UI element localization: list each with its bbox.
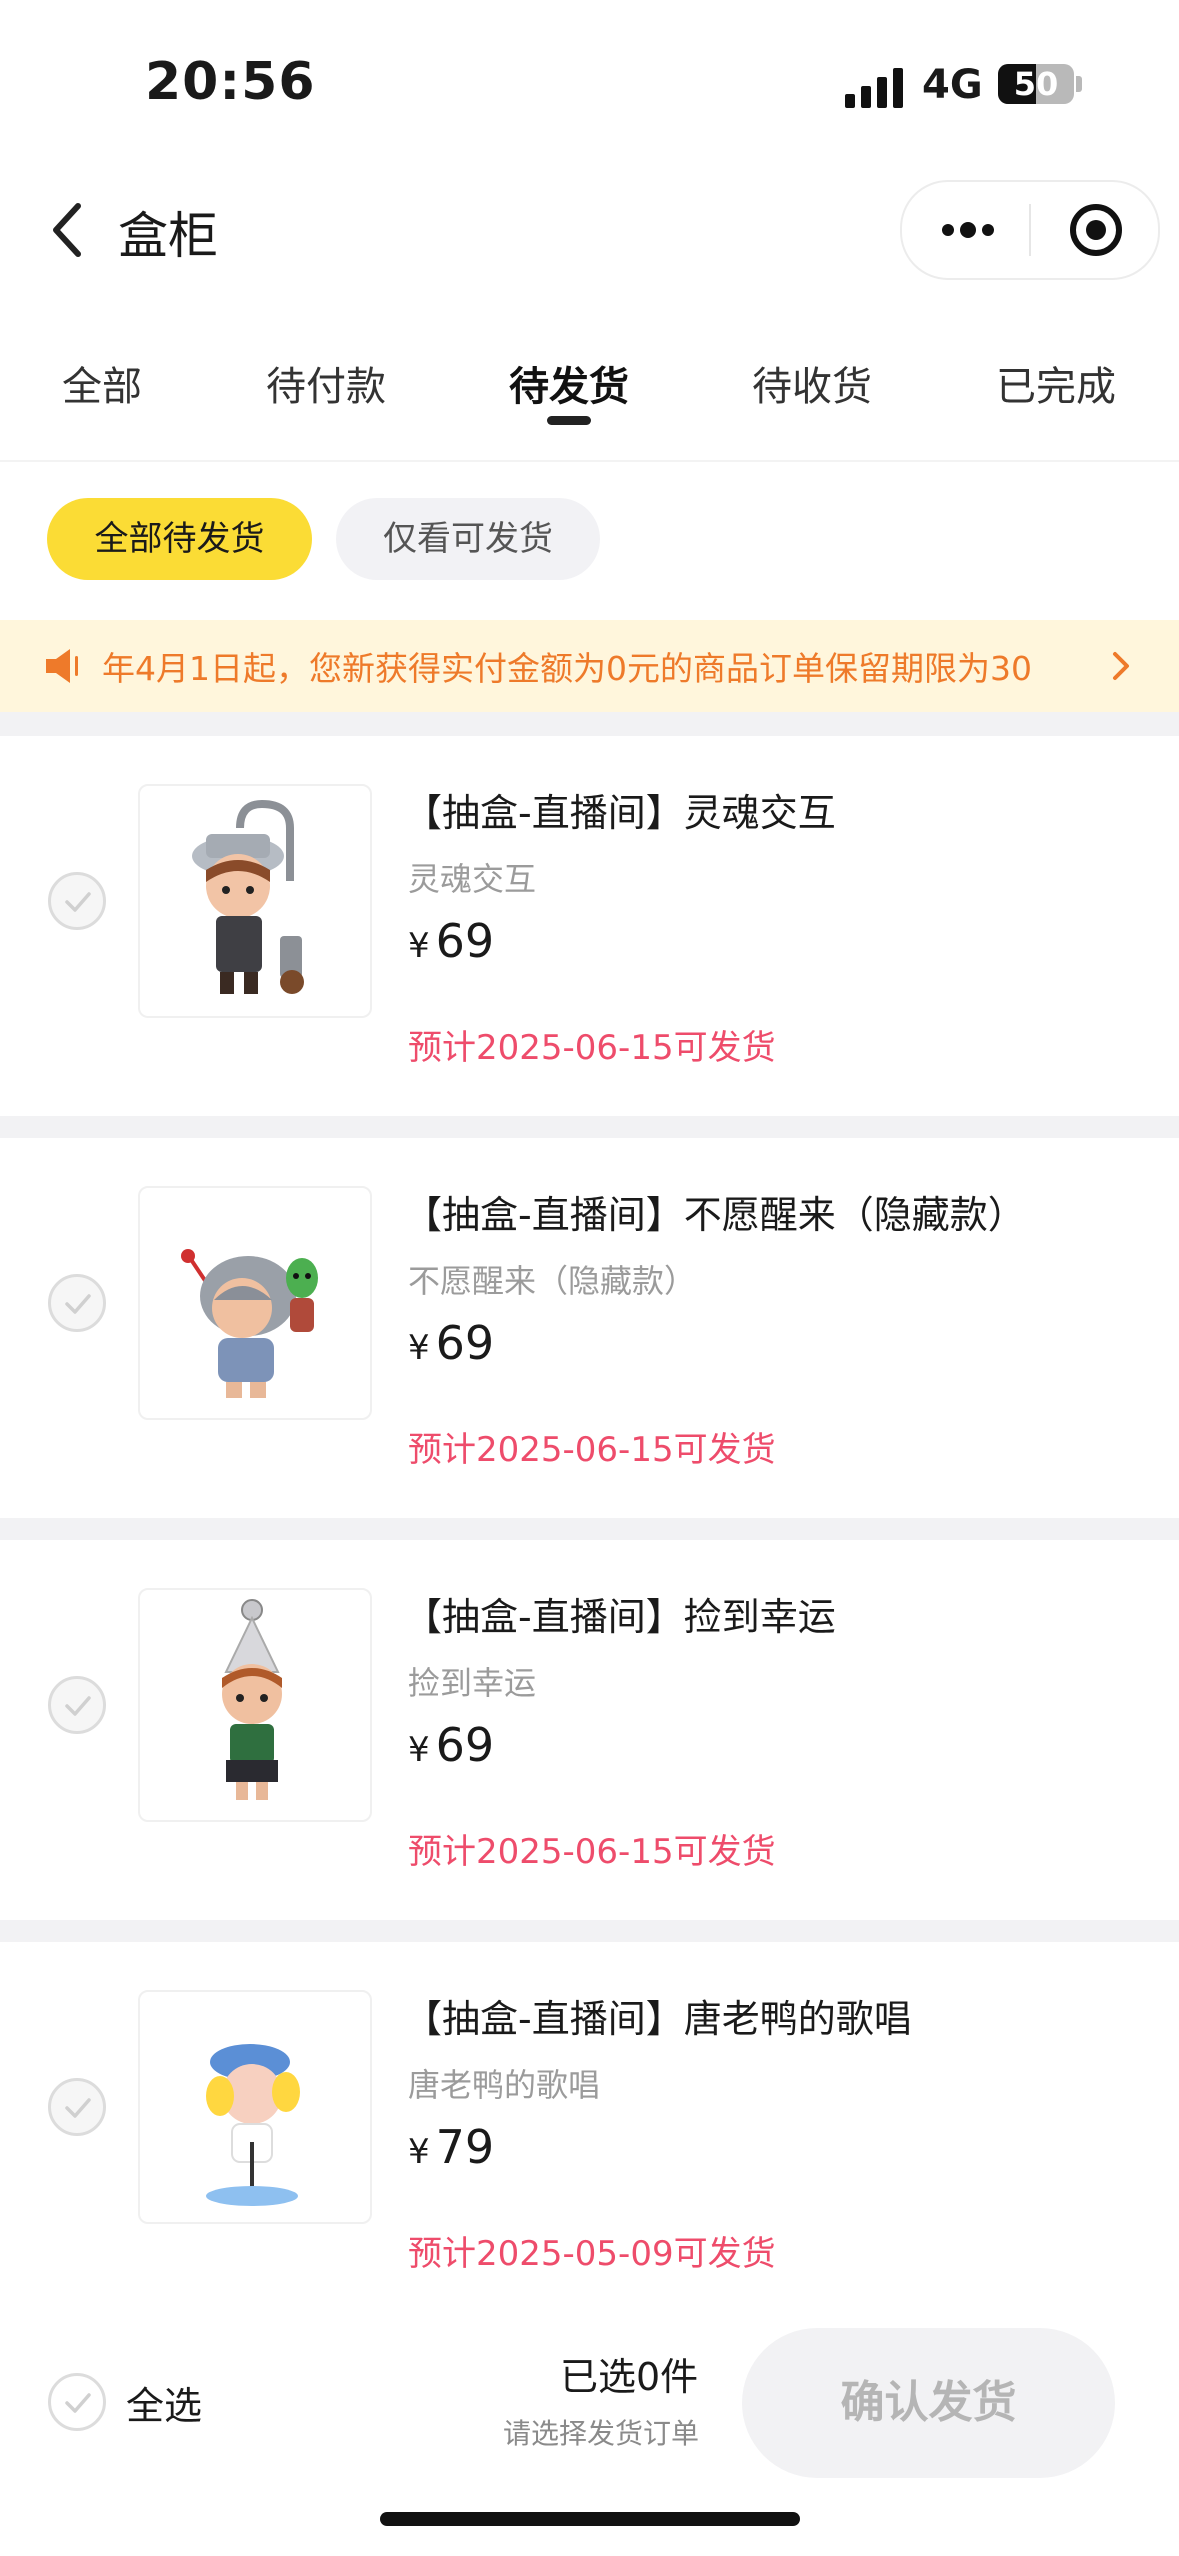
status-time: 20:56 xyxy=(145,52,316,112)
tabs-divider xyxy=(0,460,1179,462)
item-name: 【抽盒-直播间】不愿醒来（隐藏款） xyxy=(404,1193,1026,1237)
price-value: 69 xyxy=(435,1718,495,1772)
tab-pending-shipment[interactable]: 待发货 xyxy=(509,354,629,412)
filter-shippable-only[interactable]: 仅看可发货 xyxy=(336,498,600,580)
network-type: 4G xyxy=(922,62,983,108)
item-name: 【抽盒-直播间】灵魂交互 xyxy=(404,791,836,835)
ship-estimate: 预计2025-06-15可发货 xyxy=(408,1430,776,1470)
target-icon xyxy=(1070,204,1122,256)
select-all-checkbox[interactable] xyxy=(48,2373,106,2431)
close-mini-program-button[interactable] xyxy=(1068,202,1124,258)
currency-symbol: ¥ xyxy=(408,926,430,966)
item-variant: 不愿醒来（隐藏款） xyxy=(408,1262,697,1300)
check-icon xyxy=(65,892,91,912)
tab-pending-receipt[interactable]: 待收货 xyxy=(752,354,872,412)
check-icon xyxy=(65,1696,91,1716)
page-title: 盒柜 xyxy=(118,207,218,265)
item-separator xyxy=(0,1116,1179,1138)
item-price: ¥69 xyxy=(408,1718,494,1772)
item-variant: 唐老鸭的歌唱 xyxy=(408,2066,601,2104)
speaker-icon xyxy=(46,649,78,683)
item-checkbox[interactable] xyxy=(48,2078,106,2136)
tab-all[interactable]: 全部 xyxy=(62,354,142,412)
figure-donald-duck-singing-image xyxy=(206,2044,300,2206)
back-button[interactable] xyxy=(44,196,104,264)
price-value: 79 xyxy=(435,2120,495,2174)
tab-completed[interactable]: 已完成 xyxy=(996,354,1116,412)
currency-symbol: ¥ xyxy=(408,1328,430,1368)
item-checkbox[interactable] xyxy=(48,1274,106,1332)
item-variant: 灵魂交互 xyxy=(408,860,537,898)
check-icon xyxy=(65,2393,91,2413)
battery-icon: 50 xyxy=(998,64,1074,104)
ship-estimate: 预计2025-05-09可发货 xyxy=(408,2234,776,2274)
selected-count: 已选0件 xyxy=(560,2355,699,2399)
order-item[interactable]: 【抽盒-直播间】捡到幸运 捡到幸运 ¥69 预计2025-06-15可发货 xyxy=(0,1540,1179,1920)
order-item[interactable]: 【抽盒-直播间】不愿醒来（隐藏款） 不愿醒来（隐藏款） ¥69 预计2025-0… xyxy=(0,1138,1179,1518)
battery-tip xyxy=(1076,76,1082,92)
figure-picked-up-luck-image xyxy=(222,1599,282,1800)
currency-symbol: ¥ xyxy=(408,1730,430,1770)
chevron-right-icon xyxy=(1113,652,1129,680)
selection-hint: 请选择发货订单 xyxy=(503,2417,700,2450)
more-dots-icon xyxy=(942,222,994,238)
item-price: ¥69 xyxy=(408,1316,494,1370)
item-separator xyxy=(0,1920,1179,1942)
price-value: 69 xyxy=(435,914,495,968)
more-button[interactable] xyxy=(938,210,998,250)
figure-soul-interaction-image xyxy=(192,799,304,994)
ship-estimate: 预计2025-06-15可发货 xyxy=(408,1028,776,1068)
item-price: ¥69 xyxy=(408,914,494,968)
back-chevron-icon xyxy=(53,203,81,257)
item-variant: 捡到幸运 xyxy=(408,1664,537,1702)
mini-program-capsule xyxy=(900,180,1160,280)
item-name: 【抽盒-直播间】捡到幸运 xyxy=(404,1595,836,1639)
active-tab-indicator xyxy=(547,416,591,425)
confirm-ship-button[interactable]: 确认发货 xyxy=(742,2328,1115,2478)
check-icon xyxy=(65,2098,91,2118)
item-checkbox[interactable] xyxy=(48,1676,106,1734)
product-image[interactable] xyxy=(138,784,372,1018)
notice-banner[interactable]: 年4月1日起，您新获得实付金额为0元的商品订单保留期限为30 xyxy=(0,620,1179,712)
cellular-signal-icon xyxy=(845,68,905,108)
price-value: 69 xyxy=(435,1316,495,1370)
order-item[interactable]: 【抽盒-直播间】唐老鸭的歌唱 唐老鸭的歌唱 ¥79 预计2025-05-09可发… xyxy=(0,1942,1179,2322)
capsule-divider xyxy=(1029,204,1031,256)
product-image[interactable] xyxy=(138,1186,372,1420)
product-image[interactable] xyxy=(138,1588,372,1822)
tab-pending-payment[interactable]: 待付款 xyxy=(266,354,386,412)
home-indicator xyxy=(380,2512,800,2526)
ship-estimate: 预计2025-06-15可发货 xyxy=(408,1832,776,1872)
check-icon xyxy=(65,1294,91,1314)
battery-level: 50 xyxy=(1013,65,1059,103)
item-name: 【抽盒-直播间】唐老鸭的歌唱 xyxy=(404,1997,912,2041)
notice-text: 年4月1日起，您新获得实付金额为0元的商品订单保留期限为30 xyxy=(102,649,1032,688)
currency-symbol: ¥ xyxy=(408,2132,430,2172)
item-checkbox[interactable] xyxy=(48,872,106,930)
section-separator xyxy=(0,712,1179,736)
item-price: ¥79 xyxy=(408,2120,494,2174)
filter-all-pending[interactable]: 全部待发货 xyxy=(47,498,312,580)
select-all-label[interactable]: 全选 xyxy=(126,2375,202,2430)
order-item[interactable]: 【抽盒-直播间】灵魂交互 灵魂交互 ¥69 预计2025-06-15可发货 xyxy=(0,736,1179,1116)
item-separator xyxy=(0,1518,1179,1540)
product-image[interactable] xyxy=(138,1990,372,2224)
figure-unwilling-to-wake-image xyxy=(181,1249,318,1398)
